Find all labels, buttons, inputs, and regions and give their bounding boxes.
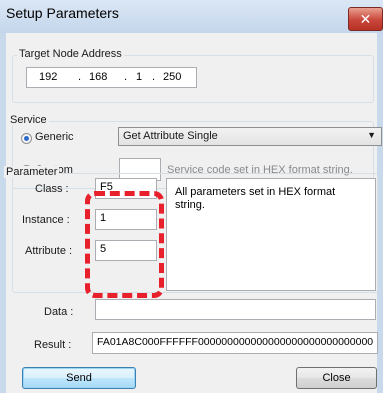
class-input[interactable]: F5 [95,178,157,199]
window-title: Setup Parameters [6,5,119,21]
generic-label[interactable]: Generic [35,131,74,143]
target-node-legend: Target Node Address [17,48,124,60]
generic-radio[interactable] [21,133,32,144]
parameter-help-box: All parameters set in HEX format string. [166,178,376,291]
class-label: Class : [35,183,69,195]
service-select[interactable]: Get Attribute Single ▼ [118,127,382,146]
data-input[interactable] [95,299,376,320]
close-button[interactable]: Close [296,367,377,389]
ip-dot-3: . [152,71,156,83]
parameter-legend: Parameter [4,166,60,178]
close-window-button[interactable]: ✕ [348,7,383,31]
instance-label: Instance : [22,214,70,226]
ip-address-field[interactable]: 192 . 168 . 1 . 250 [26,67,197,88]
parameter-help-text: All parameters set in HEX format string. [175,186,336,211]
attribute-input[interactable]: 5 [95,240,157,261]
ip-octet-4: 250 [163,71,182,83]
result-output: FA01A8C000FFFFFF000000000000000000000000… [92,332,378,354]
close-icon: ✕ [359,11,372,27]
ip-octet-1: 192 [39,71,58,83]
send-button[interactable]: Send [22,367,136,389]
attribute-label: Attribute : [25,245,73,257]
ip-octet-2: 168 [89,71,108,83]
ip-dot-1: . [78,71,82,83]
result-label: Result : [34,339,72,351]
data-label: Data : [44,306,74,318]
ip-dot-2: . [124,71,128,83]
service-selected-value: Get Attribute Single [123,130,218,142]
service-legend: Service [8,114,49,126]
ip-octet-3: 1 [136,71,143,83]
instance-input[interactable]: 1 [95,209,157,230]
chevron-down-icon: ▼ [367,130,376,140]
